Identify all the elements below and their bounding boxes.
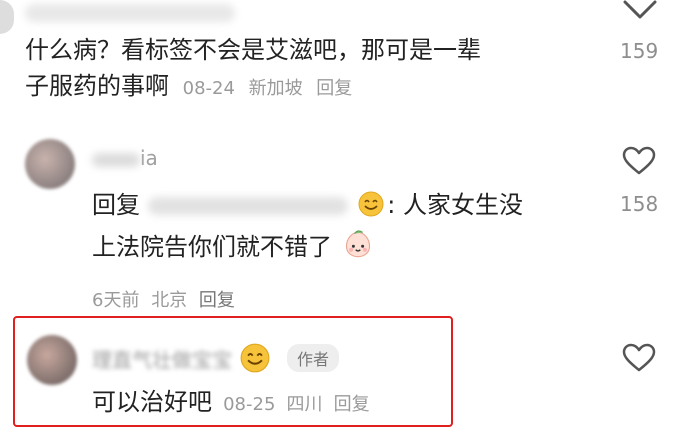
reply1-meta: 6天前 北京 回复 [92, 286, 235, 312]
reply1-username-visible: ia [140, 146, 158, 170]
heart-icon[interactable] [622, 343, 656, 373]
smile-emoji-icon [240, 343, 270, 373]
reply2-location: 四川 [286, 394, 323, 415]
reply1-line1: 回复 : 人家女生没 [92, 191, 523, 219]
reply1-location: 北京 [151, 290, 188, 311]
author-badge: 作者 [287, 344, 340, 372]
heart-icon[interactable] [622, 0, 658, 20]
reply2-body: 可以治好吧 08-25 四川 回复 [92, 384, 370, 420]
reply1-avatar[interactable] [25, 139, 75, 189]
smile-emoji-icon [358, 191, 384, 217]
top-comment-username [25, 4, 235, 22]
heart-icon[interactable] [622, 146, 656, 176]
top-comment-line1: 什么病？看标签不会是艾滋吧，那可是一辈 [25, 36, 481, 64]
reply1-text: 回复 : 人家女生没 上法院告你们就不错了 [92, 187, 612, 265]
top-comment-date: 08-24 [182, 78, 235, 99]
reply1-time: 6天前 [92, 290, 140, 311]
top-comment-reply-button[interactable]: 回复 [316, 78, 352, 99]
reply1-username[interactable]: ia [92, 146, 158, 170]
reply1-line1-text: 人家女生没 [403, 191, 523, 219]
reply1-mention-hidden [147, 197, 348, 215]
reply1-like-count: 158 [620, 192, 659, 216]
reply2-reply-button[interactable]: 回复 [334, 394, 370, 415]
reply1-prefix: 回复 [92, 191, 140, 219]
reply2-avatar[interactable] [27, 335, 77, 385]
reply2-text: 可以治好吧 [92, 388, 212, 416]
top-comment-line2: 子服药的事啊 08-24 新加坡 回复 [25, 68, 585, 107]
peach-face-emoji-icon [345, 230, 370, 258]
reply2-username[interactable]: 理直气壮做宝宝 [92, 344, 232, 373]
top-comment-avatar-partial [0, 0, 14, 34]
reply1-line2-text: 上法院告你们就不错了 [92, 233, 332, 261]
top-comment-like-count: 159 [620, 39, 659, 63]
reply1-username-hidden [92, 152, 140, 167]
reply2-date: 08-25 [223, 394, 276, 415]
top-comment-text: 什么病？看标签不会是艾滋吧，那可是一辈 子服药的事啊 08-24 新加坡 回复 [25, 32, 585, 107]
reply1-line2: 上法院告你们就不错了 [92, 229, 612, 265]
top-comment-line2-text: 子服药的事啊 [25, 72, 169, 100]
reply2-username-row: 理直气壮做宝宝 作者 [92, 343, 340, 373]
reply1-reply-button[interactable]: 回复 [199, 290, 235, 311]
top-comment-location: 新加坡 [248, 78, 303, 99]
